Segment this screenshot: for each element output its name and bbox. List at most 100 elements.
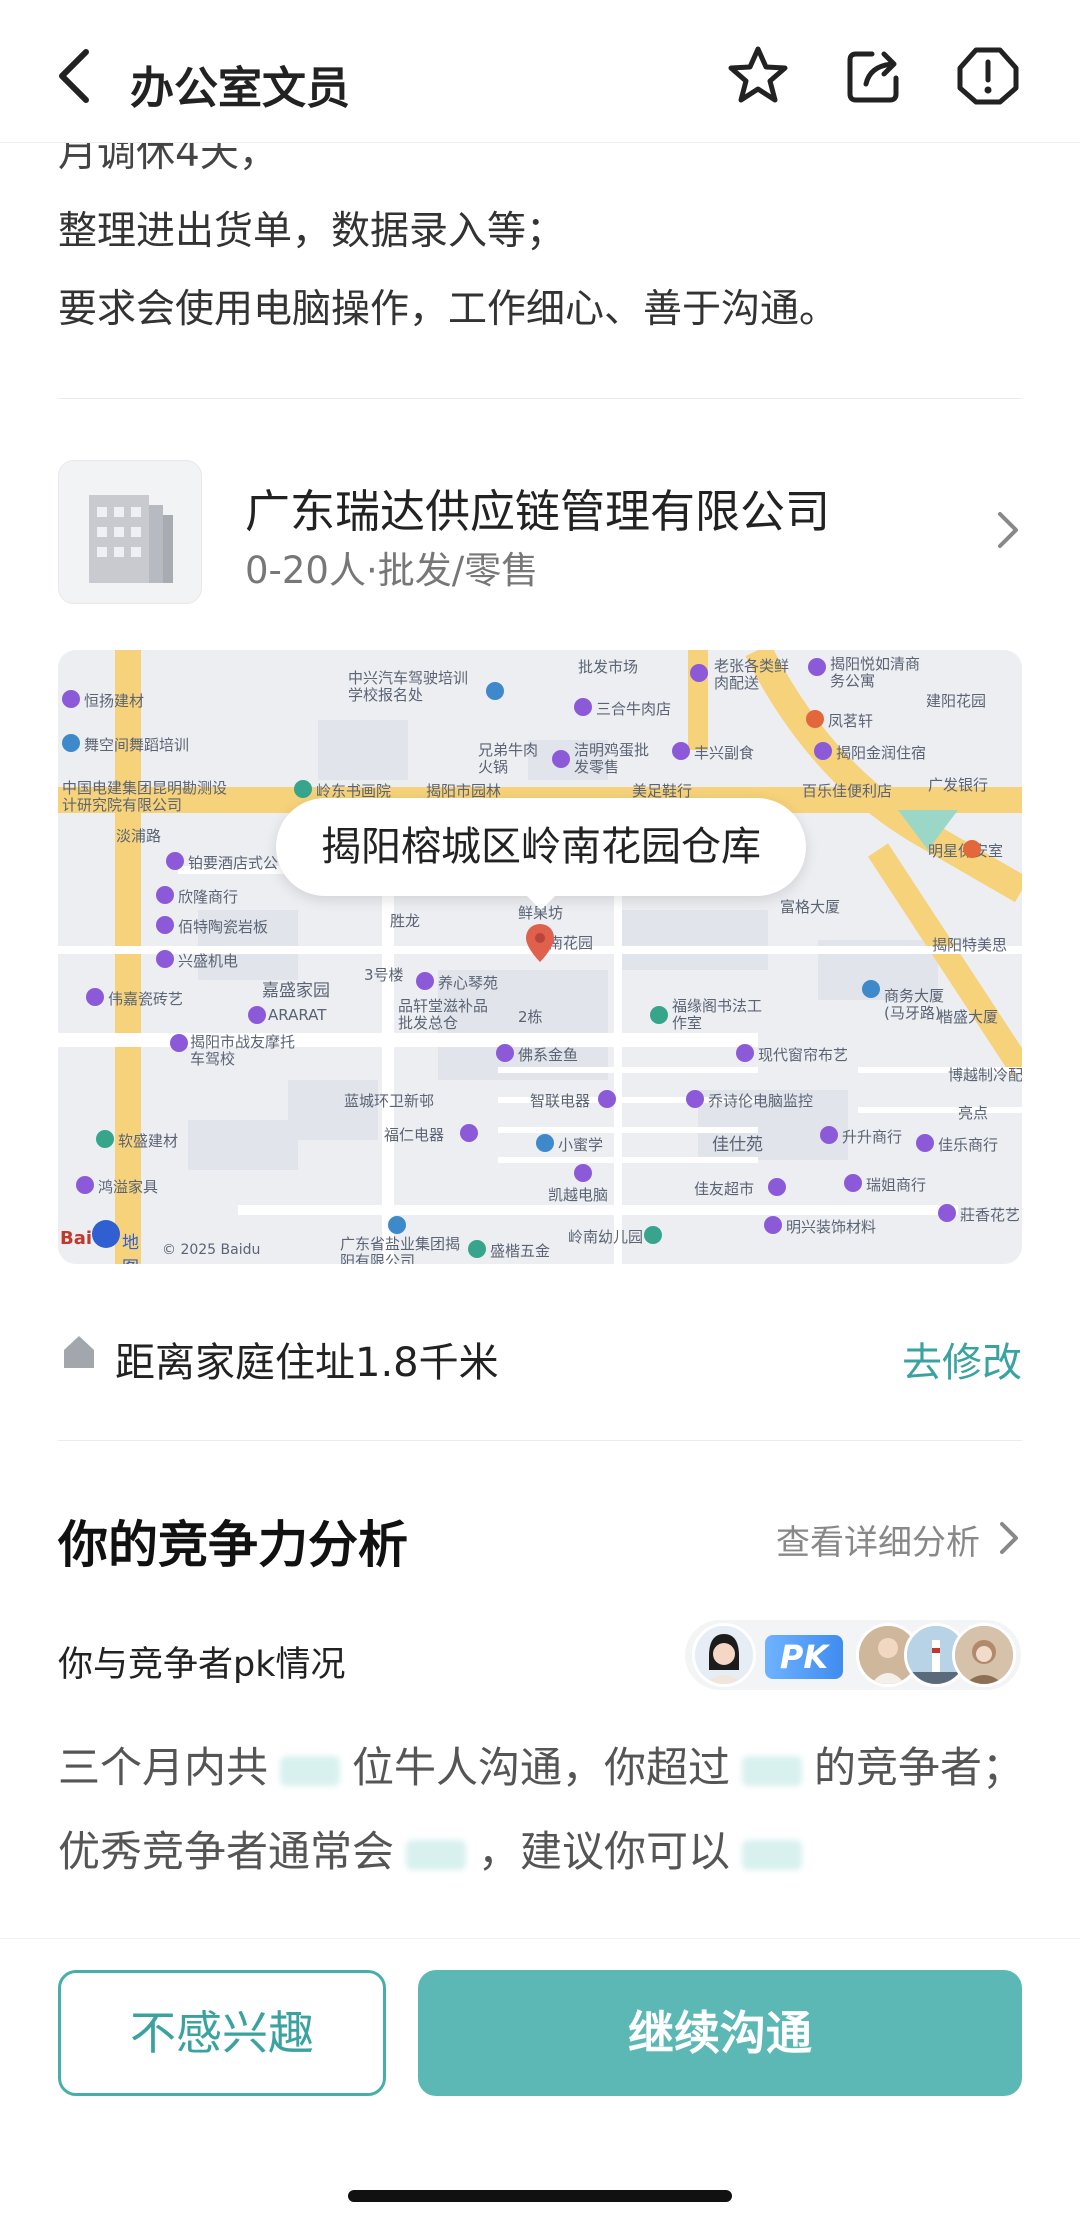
star-icon[interactable]	[726, 44, 790, 108]
map-poi	[806, 710, 824, 728]
not-interested-button[interactable]: 不感兴趣	[58, 1970, 386, 2096]
map-label: 伟嘉瓷砖艺	[108, 990, 184, 1008]
map-poi	[486, 682, 504, 700]
chevron-right-icon[interactable]	[996, 1518, 1022, 1562]
map-label: 三合牛肉店	[596, 700, 672, 718]
report-warning-icon[interactable]	[956, 44, 1020, 108]
map-label: 2栋	[518, 1008, 543, 1026]
map-label: 佰特陶瓷岩板	[178, 918, 269, 936]
modify-address-link[interactable]: 去修改	[902, 1330, 1022, 1388]
map-label: 揭阳悦如清商务公寓	[830, 655, 921, 690]
map-poi	[166, 852, 184, 870]
location-bubble-tail	[523, 892, 559, 910]
map-poi	[156, 886, 174, 904]
map-label: 佳仕苑	[712, 1135, 763, 1155]
map-label: 富格大厦	[780, 898, 841, 916]
map-poi	[814, 742, 832, 760]
map-label: 3号楼	[364, 966, 404, 984]
map-label: 建阳花园	[926, 692, 987, 710]
map-label: 品轩堂滋补品批发总仓	[398, 997, 489, 1032]
map-label: ARARAT	[268, 1006, 327, 1024]
map-label: 岭南幼儿园	[568, 1228, 644, 1246]
map-label: 盛楷五金	[490, 1242, 551, 1260]
location-bubble: 揭阳榕城区岭南花园仓库	[276, 798, 806, 896]
map-poi	[552, 750, 570, 768]
map-poi	[768, 1178, 786, 1196]
map-label: 博越制冷配	[948, 1066, 1022, 1084]
map-label: 佳友超市	[694, 1180, 755, 1198]
top-nav-bar: 办公室文员	[0, 0, 1080, 143]
view-detail-analysis-link[interactable]: 查看详细分析	[776, 1515, 980, 1564]
divider	[58, 1440, 1022, 1441]
map-label: 凤茗轩	[828, 712, 874, 730]
map-label: 佛系金鱼	[518, 1046, 579, 1064]
map-label: 揭阳金润住宿	[836, 744, 927, 762]
map-label: 洁明鸡蛋批发零售	[574, 741, 650, 776]
map-poi	[62, 690, 80, 708]
chevron-right-icon	[994, 508, 1022, 556]
map-label: 佳乐商行	[938, 1136, 999, 1154]
avatar	[692, 1623, 756, 1687]
map-label: 鸿溢家具	[98, 1178, 159, 1196]
share-icon[interactable]	[842, 44, 906, 108]
blurred-value	[280, 1755, 341, 1786]
map-poi	[808, 658, 826, 676]
map-poi	[650, 1006, 668, 1024]
map-label: 铂要酒店式公	[188, 854, 279, 872]
divider	[58, 398, 1022, 399]
home-indicator	[348, 2190, 732, 2202]
map-poi	[644, 1226, 662, 1244]
map-label: 瑞姐商行	[866, 1176, 927, 1194]
company-building-icon	[58, 460, 202, 604]
map-poi	[574, 698, 592, 716]
map-poi	[248, 1006, 266, 1024]
company-name: 广东瑞达供应链管理有限公司	[245, 485, 831, 538]
blurred-value	[742, 1839, 803, 1870]
map-label: 小蜜学	[558, 1136, 604, 1154]
map-poi	[62, 734, 80, 752]
map-poi	[690, 664, 708, 682]
job-description-line: 要求会使用电脑操作，工作细心、善于沟通。	[58, 287, 839, 332]
map-label: 批发市场	[578, 658, 639, 676]
map-poi	[416, 972, 434, 990]
map-poi	[736, 1044, 754, 1062]
page-title: 办公室文员	[130, 63, 350, 114]
map-label: 莊香花艺	[960, 1206, 1021, 1224]
map-poi	[170, 1034, 188, 1052]
map-label: 福缘阁书法工作室	[672, 997, 763, 1032]
map-poi	[294, 780, 312, 798]
avatar	[952, 1623, 1016, 1687]
blurred-value	[742, 1755, 803, 1786]
map-poi	[672, 742, 690, 760]
map-label: 老张各类鲜肉配送	[714, 657, 790, 692]
map-poi	[156, 950, 174, 968]
distance-text: 距离家庭住址1.8千米	[115, 1340, 499, 1386]
map-poi	[388, 1216, 406, 1234]
map-label: 养心琴苑	[438, 974, 499, 992]
map-poi	[156, 916, 174, 934]
map-poi	[862, 980, 880, 998]
job-description-line: 整理进出货单，数据录入等；	[58, 209, 566, 254]
map-label: 胜龙	[390, 912, 421, 930]
competition-line: 优秀竞争者通常会 ，建议你可以	[58, 1818, 814, 1879]
continue-chat-button[interactable]: 继续沟通	[418, 1970, 1022, 2096]
map-label: 嘉盛家园	[262, 981, 330, 1001]
map-label: 现代窗帘布艺	[758, 1046, 849, 1064]
map-label: 中兴汽车驾驶培训学校报名处	[348, 669, 469, 704]
map-poi	[574, 1164, 592, 1182]
map-label: 欣隆商行	[178, 888, 239, 906]
map-copyright: © 2025 Baidu	[162, 1242, 261, 1258]
map-label: 百乐佳便利店	[802, 782, 893, 800]
section-title: 你的竞争力分析	[58, 1516, 408, 1574]
location-map[interactable]: 恒扬建材 舞空间舞蹈培训 中国电建集团昆明勘测设计研究院有限公司 淡浦路 铂要酒…	[58, 650, 1022, 1264]
map-label: 福仁电器	[384, 1126, 445, 1144]
map-label: 亮点	[958, 1104, 989, 1122]
map-poi	[938, 1204, 956, 1222]
map-label: 楷盛大厦	[938, 1008, 999, 1026]
map-label: 广发银行	[928, 776, 989, 794]
back-arrow-icon[interactable]	[44, 44, 108, 108]
map-label: 凯越电脑	[548, 1186, 609, 1204]
map-pin-icon	[524, 922, 556, 968]
map-poi	[536, 1134, 554, 1152]
map-label: 兄弟牛肉火锅	[478, 741, 539, 776]
